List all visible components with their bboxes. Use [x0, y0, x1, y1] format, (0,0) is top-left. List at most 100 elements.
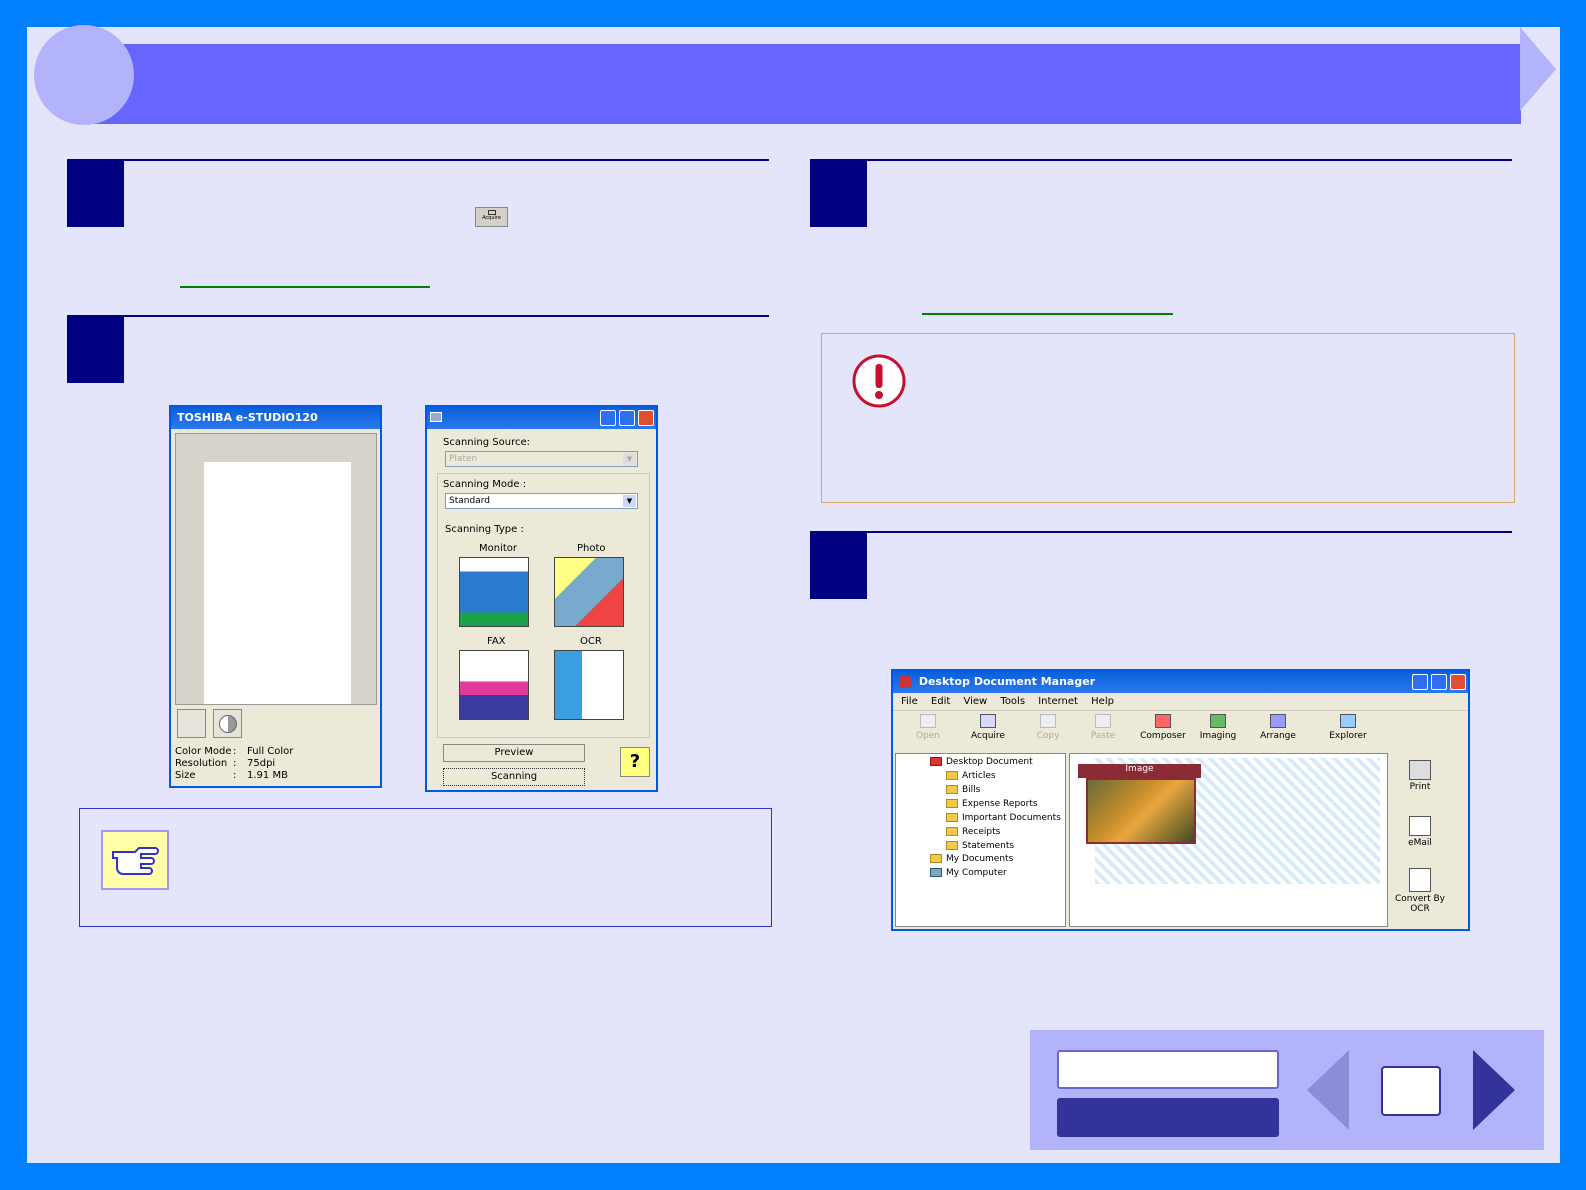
menu-edit[interactable]: Edit [931, 696, 950, 707]
zoom-icon[interactable] [177, 709, 206, 738]
reference-link-2[interactable] [922, 313, 1173, 315]
color-mode-label: Color Mode [175, 746, 232, 757]
step-3-rule [810, 159, 1512, 161]
folder-icon [946, 799, 958, 808]
resolution-value: 75dpi [247, 758, 276, 769]
paste-icon [1095, 714, 1111, 728]
help-icon[interactable]: ? [620, 747, 650, 777]
open-icon [920, 714, 936, 728]
prev-page-arrow-icon[interactable] [1307, 1050, 1349, 1130]
scan-preview-title: TOSHIBA e-STUDIO120 [171, 407, 380, 429]
ddm-menubar: File Edit View Tools Internet Help [893, 693, 1468, 711]
scanner-icon [980, 714, 996, 728]
contents-button[interactable] [1057, 1050, 1279, 1089]
tree-important-documents[interactable]: Important Documents [946, 813, 1061, 823]
menu-file[interactable]: File [901, 696, 918, 707]
maximize-icon[interactable] [1431, 674, 1447, 690]
my-documents-icon [930, 854, 942, 863]
toolbar-paste[interactable]: Paste [1075, 714, 1131, 741]
step-1-rule [67, 159, 769, 161]
fax-type-button[interactable] [459, 650, 529, 720]
close-icon[interactable] [1450, 674, 1466, 690]
imaging-icon [1210, 714, 1226, 728]
folder-icon [946, 841, 958, 850]
arrange-icon [1270, 714, 1286, 728]
ocr-type-button[interactable] [554, 650, 624, 720]
toolbar-arrange[interactable]: Arrange [1250, 714, 1306, 741]
composer-icon [1155, 714, 1171, 728]
toolbar-open[interactable]: Open [900, 714, 956, 741]
explorer-icon [1340, 714, 1356, 728]
size-label: Size [175, 770, 196, 781]
page-number-box[interactable] [1381, 1066, 1441, 1116]
scan-settings-titlebar [427, 407, 656, 429]
type-monitor-label: Monitor [479, 543, 518, 554]
desktop-document-icon [930, 757, 942, 766]
step-2-rule [67, 315, 769, 317]
preview-button[interactable]: Preview [443, 744, 585, 762]
scanning-mode-label: Scanning Mode : [443, 479, 527, 490]
contrast-icon[interactable] [213, 709, 242, 738]
step-3-number-box [810, 160, 867, 227]
minimize-icon[interactable] [1412, 674, 1428, 690]
monitor-type-button[interactable] [459, 557, 529, 627]
caution-box [821, 333, 1515, 503]
toolbar-copy[interactable]: Copy [1020, 714, 1076, 741]
toolbar-explorer[interactable]: Explorer [1320, 714, 1376, 741]
reference-link-1[interactable] [180, 286, 430, 288]
menu-internet[interactable]: Internet [1038, 696, 1078, 707]
ddm-app-icon [899, 676, 911, 688]
resolution-label: Resolution [175, 758, 228, 769]
type-ocr-label: OCR [580, 636, 602, 647]
type-fax-label: FAX [487, 636, 506, 647]
scanning-source-select[interactable]: Platen ▼ [445, 451, 638, 467]
sep-3: : [233, 770, 237, 781]
preview-area [175, 433, 377, 705]
scanning-source-label: Scanning Source: [443, 437, 531, 448]
toolbar-imaging[interactable]: Imaging [1190, 714, 1246, 741]
ddm-titlebar: Desktop Document Manager [893, 671, 1468, 693]
minimize-icon[interactable] [600, 410, 616, 426]
toolbar-composer[interactable]: Composer [1135, 714, 1191, 741]
side-convert-ocr[interactable]: Convert By OCR [1392, 868, 1448, 914]
tree-articles[interactable]: Articles [946, 771, 996, 781]
maximize-icon[interactable] [619, 410, 635, 426]
scanning-mode-select[interactable]: Standard ▼ [445, 493, 638, 509]
next-page-arrow-icon[interactable] [1473, 1050, 1515, 1130]
menu-view[interactable]: View [963, 696, 987, 707]
chevron-down-icon: ▼ [623, 453, 636, 465]
tree-bills[interactable]: Bills [946, 785, 980, 795]
toolbar-acquire[interactable]: Acquire [960, 714, 1016, 741]
tree-desktop-document[interactable]: Desktop Document [930, 757, 1033, 767]
acquire-toolbar-icon: Acquire [475, 207, 508, 227]
side-print[interactable]: Print [1392, 760, 1448, 792]
chevron-down-icon: ▼ [623, 495, 636, 507]
sep-1: : [233, 746, 237, 757]
preview-page [204, 462, 351, 704]
image-thumbnail[interactable] [1086, 778, 1196, 844]
photo-type-button[interactable] [554, 557, 624, 627]
side-email[interactable]: eMail [1392, 816, 1448, 848]
tree-receipts[interactable]: Receipts [946, 827, 1000, 837]
computer-icon [930, 868, 942, 877]
pointing-hand-icon [101, 830, 169, 890]
app-icon [430, 412, 442, 422]
folder-icon [946, 827, 958, 836]
folder-icon [946, 785, 958, 794]
scanning-button[interactable]: Scanning [443, 768, 585, 786]
index-button[interactable] [1057, 1098, 1279, 1137]
tree-my-documents[interactable]: My Documents [930, 854, 1013, 864]
tree-my-computer[interactable]: My Computer [930, 868, 1007, 878]
copy-icon [1040, 714, 1056, 728]
tree-statements[interactable]: Statements [946, 841, 1014, 851]
note-box [79, 808, 772, 927]
printer-icon [1409, 760, 1431, 780]
folder-icon [946, 771, 958, 780]
menu-tools[interactable]: Tools [1000, 696, 1025, 707]
sep-2: : [233, 758, 237, 769]
close-icon[interactable] [638, 410, 654, 426]
tree-expense-reports[interactable]: Expense Reports [946, 799, 1038, 809]
header-bar [85, 44, 1521, 124]
menu-help[interactable]: Help [1091, 696, 1114, 707]
folder-icon [946, 813, 958, 822]
